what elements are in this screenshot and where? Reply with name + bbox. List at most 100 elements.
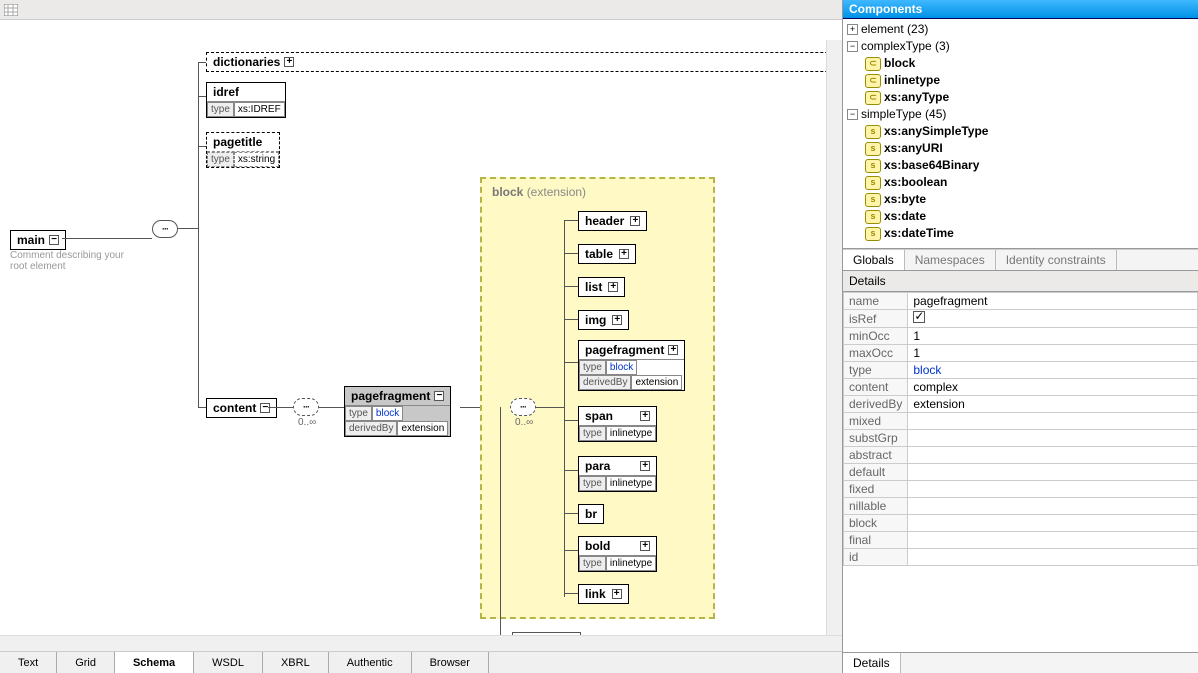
collapse-icon[interactable]: − xyxy=(847,41,858,52)
tree-st-2[interactable]: sxs:base64Binary xyxy=(847,157,1194,174)
view-tabs: Text Grid Schema WSDL XBRL Authentic Bro… xyxy=(0,651,842,673)
details-val-final[interactable] xyxy=(908,532,1198,549)
sequence-compositor-1[interactable] xyxy=(152,220,178,238)
tab-authentic[interactable]: Authentic xyxy=(329,652,412,673)
collapse-icon[interactable]: − xyxy=(847,109,858,120)
details-key-block: block xyxy=(844,515,908,532)
tab-wsdl[interactable]: WSDL xyxy=(194,652,263,673)
details-key-minOcc: minOcc xyxy=(844,328,908,345)
tree-element[interactable]: +element (23) xyxy=(847,21,1194,38)
expand-icon[interactable]: + xyxy=(612,589,622,599)
expand-icon[interactable]: + xyxy=(630,216,640,226)
collapse-icon[interactable]: − xyxy=(434,391,444,401)
tab-text[interactable]: Text xyxy=(0,652,57,673)
element-bold[interactable]: bold+ typeinlinetype xyxy=(578,536,657,572)
details-val-default[interactable] xyxy=(908,464,1198,481)
expand-icon[interactable]: + xyxy=(668,345,678,355)
tree-st-6[interactable]: sxs:dateTime xyxy=(847,225,1194,242)
tab-schema[interactable]: Schema xyxy=(115,652,194,673)
tree-complextype[interactable]: −complexType (3) xyxy=(847,38,1194,55)
element-idref[interactable]: idref type xs:IDREF xyxy=(206,82,286,118)
diagram-panel: main − Comment describing your root elem… xyxy=(0,0,842,673)
element-main[interactable]: main − xyxy=(10,230,66,250)
tab-browser[interactable]: Browser xyxy=(412,652,489,673)
details-val-id[interactable] xyxy=(908,549,1198,566)
details-val-mixed[interactable] xyxy=(908,413,1198,430)
element-pagefragment[interactable]: pagefragment − type block derivedBy exte… xyxy=(344,386,451,437)
details-key-maxOcc: maxOcc xyxy=(844,345,908,362)
simpletype-icon: s xyxy=(865,142,881,156)
tree-complextype-block[interactable]: ⊂block xyxy=(847,55,1194,72)
details-body: namepagefragmentisRefminOcc1maxOcc1typeb… xyxy=(843,292,1198,652)
tree-st-3[interactable]: sxs:boolean xyxy=(847,174,1194,191)
block-region-title: block (extension) xyxy=(492,185,586,199)
element-br[interactable]: br xyxy=(578,504,604,524)
details-val-abstract[interactable] xyxy=(908,447,1198,464)
tree-simpletype[interactable]: −simpleType (45) xyxy=(847,106,1194,123)
expand-icon[interactable]: + xyxy=(640,411,650,421)
components-tree[interactable]: +element (23) −complexType (3) ⊂block ⊂i… xyxy=(843,19,1198,249)
details-val-content[interactable]: complex xyxy=(908,379,1198,396)
sequence-compositor-3[interactable] xyxy=(510,398,536,416)
details-val-block[interactable] xyxy=(908,515,1198,532)
simpletype-icon: s xyxy=(865,125,881,139)
expand-icon[interactable]: + xyxy=(608,282,618,292)
expand-icon[interactable]: + xyxy=(847,24,858,35)
expand-icon[interactable]: + xyxy=(640,541,650,551)
element-list[interactable]: list+ xyxy=(578,277,625,297)
details-val-name[interactable]: pagefragment xyxy=(908,293,1198,310)
details-val-type[interactable]: block xyxy=(908,362,1198,379)
checkbox-isRef[interactable] xyxy=(913,311,925,323)
element-para[interactable]: para+ typeinlinetype xyxy=(578,456,657,492)
sequence-compositor-2[interactable] xyxy=(293,398,319,416)
horizontal-scrollbar[interactable] xyxy=(0,635,842,651)
element-header[interactable]: header+ xyxy=(578,211,647,231)
element-pagefragment-child[interactable]: pagefragment+ typeblock derivedByextensi… xyxy=(578,340,685,391)
complextype-icon: ⊂ xyxy=(865,57,881,71)
details-val-maxOcc[interactable]: 1 xyxy=(908,345,1198,362)
collapse-icon[interactable]: − xyxy=(49,235,59,245)
details-val-derivedBy[interactable]: extension xyxy=(908,396,1198,413)
comp-tab-namespaces[interactable]: Namespaces xyxy=(905,250,996,270)
details-table: namepagefragmentisRefminOcc1maxOcc1typeb… xyxy=(843,292,1198,566)
details-tab[interactable]: Details xyxy=(843,653,901,673)
details-val-minOcc[interactable]: 1 xyxy=(908,328,1198,345)
tree-st-4[interactable]: sxs:byte xyxy=(847,191,1194,208)
tab-xbrl[interactable]: XBRL xyxy=(263,652,329,673)
diagram-canvas[interactable]: main − Comment describing your root elem… xyxy=(0,20,842,635)
comp-tab-globals[interactable]: Globals xyxy=(843,250,905,270)
details-val-nillable[interactable] xyxy=(908,498,1198,515)
details-key-name: name xyxy=(844,293,908,310)
cardinality-content: 0..∞ xyxy=(298,417,316,428)
collapse-icon[interactable]: − xyxy=(260,403,270,413)
expand-icon[interactable]: + xyxy=(619,249,629,259)
details-key-default: default xyxy=(844,464,908,481)
details-val-isRef[interactable] xyxy=(908,310,1198,328)
tree-st-1[interactable]: sxs:anyURI xyxy=(847,140,1194,157)
element-content[interactable]: content − xyxy=(206,398,277,418)
element-img[interactable]: img+ xyxy=(578,310,629,330)
tree-st-5[interactable]: sxs:date xyxy=(847,208,1194,225)
details-val-fixed[interactable] xyxy=(908,481,1198,498)
expand-icon[interactable]: + xyxy=(612,315,622,325)
toolbar-grid-icon[interactable] xyxy=(2,1,20,19)
expand-icon[interactable]: + xyxy=(640,461,650,471)
components-title: Components xyxy=(843,0,1198,19)
element-link[interactable]: link+ xyxy=(578,584,629,604)
tree-st-0[interactable]: sxs:anySimpleType xyxy=(847,123,1194,140)
element-table[interactable]: table+ xyxy=(578,244,636,264)
complextype-icon: ⊂ xyxy=(865,91,881,105)
element-pagetitle[interactable]: pagetitle type xs:string xyxy=(206,132,280,168)
element-span[interactable]: span+ typeinlinetype xyxy=(578,406,657,442)
details-tabs: Details xyxy=(843,652,1198,673)
tree-complextype-inlinetype[interactable]: ⊂inlinetype xyxy=(847,72,1194,89)
simpletype-icon: s xyxy=(865,176,881,190)
comp-tab-identity[interactable]: Identity constraints xyxy=(996,250,1117,270)
details-val-substGrp[interactable] xyxy=(908,430,1198,447)
element-dictionaries[interactable]: dictionaries + xyxy=(206,52,842,72)
tab-grid[interactable]: Grid xyxy=(57,652,115,673)
vertical-scrollbar[interactable] xyxy=(826,40,842,635)
tree-complextype-anytype[interactable]: ⊂xs:anyType xyxy=(847,89,1194,106)
element-pagefragment-label: pagefragment xyxy=(351,389,430,403)
expand-icon[interactable]: + xyxy=(284,57,294,67)
